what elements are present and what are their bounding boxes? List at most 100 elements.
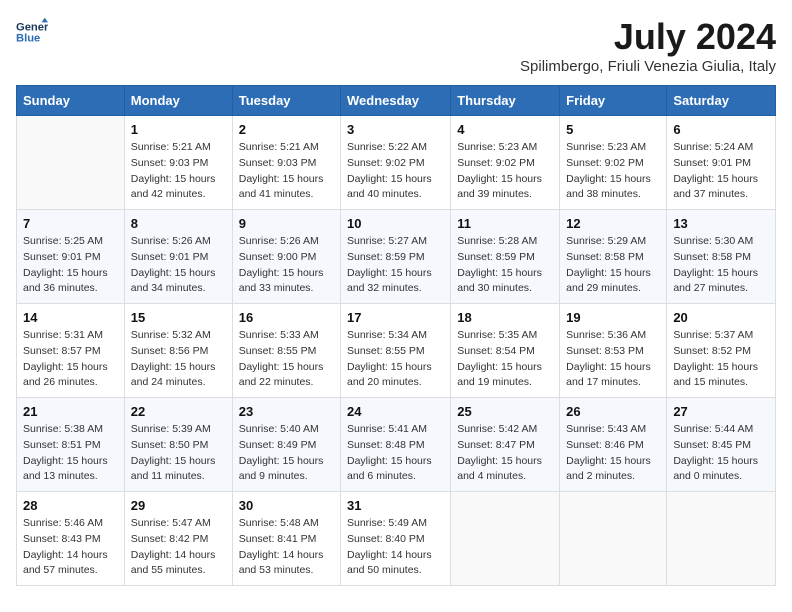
day-number: 31 [347,498,444,513]
day-info: Sunrise: 5:25 AMSunset: 9:01 PMDaylight:… [23,234,118,297]
calendar-cell: 28 Sunrise: 5:46 AMSunset: 8:43 PMDaylig… [17,492,125,586]
day-info: Sunrise: 5:46 AMSunset: 8:43 PMDaylight:… [23,516,118,579]
day-number: 5 [566,122,660,137]
day-number: 1 [131,122,226,137]
day-info: Sunrise: 5:27 AMSunset: 8:59 PMDaylight:… [347,234,444,297]
calendar-cell: 29 Sunrise: 5:47 AMSunset: 8:42 PMDaylig… [124,492,232,586]
day-info: Sunrise: 5:42 AMSunset: 8:47 PMDaylight:… [457,422,553,485]
day-info: Sunrise: 5:48 AMSunset: 8:41 PMDaylight:… [239,516,334,579]
day-info: Sunrise: 5:44 AMSunset: 8:45 PMDaylight:… [673,422,769,485]
day-number: 26 [566,404,660,419]
calendar-cell: 3 Sunrise: 5:22 AMSunset: 9:02 PMDayligh… [341,116,451,210]
day-number: 9 [239,216,334,231]
calendar-week-row: 28 Sunrise: 5:46 AMSunset: 8:43 PMDaylig… [17,492,776,586]
day-info: Sunrise: 5:26 AMSunset: 9:01 PMDaylight:… [131,234,226,297]
weekday-header-row: SundayMondayTuesdayWednesdayThursdayFrid… [17,86,776,116]
day-number: 29 [131,498,226,513]
calendar-cell: 18 Sunrise: 5:35 AMSunset: 8:54 PMDaylig… [451,304,560,398]
day-info: Sunrise: 5:35 AMSunset: 8:54 PMDaylight:… [457,328,553,391]
day-number: 30 [239,498,334,513]
weekday-header: Wednesday [341,86,451,116]
calendar-week-row: 14 Sunrise: 5:31 AMSunset: 8:57 PMDaylig… [17,304,776,398]
calendar-cell: 4 Sunrise: 5:23 AMSunset: 9:02 PMDayligh… [451,116,560,210]
day-number: 11 [457,216,553,231]
day-info: Sunrise: 5:39 AMSunset: 8:50 PMDaylight:… [131,422,226,485]
day-info: Sunrise: 5:23 AMSunset: 9:02 PMDaylight:… [457,140,553,203]
day-number: 27 [673,404,769,419]
day-info: Sunrise: 5:34 AMSunset: 8:55 PMDaylight:… [347,328,444,391]
day-number: 12 [566,216,660,231]
weekday-header: Thursday [451,86,560,116]
calendar-cell: 8 Sunrise: 5:26 AMSunset: 9:01 PMDayligh… [124,210,232,304]
calendar-cell: 30 Sunrise: 5:48 AMSunset: 8:41 PMDaylig… [232,492,340,586]
day-info: Sunrise: 5:32 AMSunset: 8:56 PMDaylight:… [131,328,226,391]
day-number: 10 [347,216,444,231]
calendar-cell: 14 Sunrise: 5:31 AMSunset: 8:57 PMDaylig… [17,304,125,398]
calendar-cell: 20 Sunrise: 5:37 AMSunset: 8:52 PMDaylig… [667,304,776,398]
location: Spilimbergo, Friuli Venezia Giulia, Ital… [520,58,776,75]
calendar-cell: 13 Sunrise: 5:30 AMSunset: 8:58 PMDaylig… [667,210,776,304]
day-number: 7 [23,216,118,231]
day-info: Sunrise: 5:38 AMSunset: 8:51 PMDaylight:… [23,422,118,485]
calendar-cell: 27 Sunrise: 5:44 AMSunset: 8:45 PMDaylig… [667,398,776,492]
day-number: 21 [23,404,118,419]
weekday-header: Friday [560,86,667,116]
calendar-cell [451,492,560,586]
day-info: Sunrise: 5:33 AMSunset: 8:55 PMDaylight:… [239,328,334,391]
calendar-cell: 6 Sunrise: 5:24 AMSunset: 9:01 PMDayligh… [667,116,776,210]
day-info: Sunrise: 5:36 AMSunset: 8:53 PMDaylight:… [566,328,660,391]
calendar-week-row: 21 Sunrise: 5:38 AMSunset: 8:51 PMDaylig… [17,398,776,492]
calendar-cell: 15 Sunrise: 5:32 AMSunset: 8:56 PMDaylig… [124,304,232,398]
month-title: July 2024 [520,16,776,58]
calendar-cell: 10 Sunrise: 5:27 AMSunset: 8:59 PMDaylig… [341,210,451,304]
calendar-cell: 7 Sunrise: 5:25 AMSunset: 9:01 PMDayligh… [17,210,125,304]
day-info: Sunrise: 5:37 AMSunset: 8:52 PMDaylight:… [673,328,769,391]
day-number: 4 [457,122,553,137]
day-number: 23 [239,404,334,419]
day-info: Sunrise: 5:30 AMSunset: 8:58 PMDaylight:… [673,234,769,297]
calendar-cell: 11 Sunrise: 5:28 AMSunset: 8:59 PMDaylig… [451,210,560,304]
calendar-cell: 31 Sunrise: 5:49 AMSunset: 8:40 PMDaylig… [341,492,451,586]
day-info: Sunrise: 5:31 AMSunset: 8:57 PMDaylight:… [23,328,118,391]
day-number: 16 [239,310,334,325]
calendar-cell: 1 Sunrise: 5:21 AMSunset: 9:03 PMDayligh… [124,116,232,210]
day-number: 6 [673,122,769,137]
weekday-header: Saturday [667,86,776,116]
day-number: 19 [566,310,660,325]
logo-icon: General Blue [16,16,48,48]
day-number: 15 [131,310,226,325]
day-number: 25 [457,404,553,419]
day-number: 24 [347,404,444,419]
calendar-cell: 24 Sunrise: 5:41 AMSunset: 8:48 PMDaylig… [341,398,451,492]
day-info: Sunrise: 5:22 AMSunset: 9:02 PMDaylight:… [347,140,444,203]
day-number: 14 [23,310,118,325]
page-header: General Blue July 2024 Spilimbergo, Friu… [16,16,776,75]
day-info: Sunrise: 5:26 AMSunset: 9:00 PMDaylight:… [239,234,334,297]
day-info: Sunrise: 5:41 AMSunset: 8:48 PMDaylight:… [347,422,444,485]
day-number: 20 [673,310,769,325]
calendar-cell: 17 Sunrise: 5:34 AMSunset: 8:55 PMDaylig… [341,304,451,398]
day-number: 28 [23,498,118,513]
day-number: 8 [131,216,226,231]
weekday-header: Sunday [17,86,125,116]
calendar-cell: 9 Sunrise: 5:26 AMSunset: 9:00 PMDayligh… [232,210,340,304]
day-info: Sunrise: 5:47 AMSunset: 8:42 PMDaylight:… [131,516,226,579]
calendar-cell [560,492,667,586]
calendar-cell: 12 Sunrise: 5:29 AMSunset: 8:58 PMDaylig… [560,210,667,304]
calendar-cell: 19 Sunrise: 5:36 AMSunset: 8:53 PMDaylig… [560,304,667,398]
day-number: 2 [239,122,334,137]
day-info: Sunrise: 5:23 AMSunset: 9:02 PMDaylight:… [566,140,660,203]
day-info: Sunrise: 5:21 AMSunset: 9:03 PMDaylight:… [239,140,334,203]
calendar-cell: 5 Sunrise: 5:23 AMSunset: 9:02 PMDayligh… [560,116,667,210]
day-info: Sunrise: 5:28 AMSunset: 8:59 PMDaylight:… [457,234,553,297]
calendar-cell: 16 Sunrise: 5:33 AMSunset: 8:55 PMDaylig… [232,304,340,398]
weekday-header: Tuesday [232,86,340,116]
day-info: Sunrise: 5:49 AMSunset: 8:40 PMDaylight:… [347,516,444,579]
day-info: Sunrise: 5:21 AMSunset: 9:03 PMDaylight:… [131,140,226,203]
svg-text:General: General [16,21,48,33]
calendar-cell: 23 Sunrise: 5:40 AMSunset: 8:49 PMDaylig… [232,398,340,492]
day-info: Sunrise: 5:40 AMSunset: 8:49 PMDaylight:… [239,422,334,485]
day-number: 18 [457,310,553,325]
calendar-cell: 2 Sunrise: 5:21 AMSunset: 9:03 PMDayligh… [232,116,340,210]
calendar-cell [667,492,776,586]
